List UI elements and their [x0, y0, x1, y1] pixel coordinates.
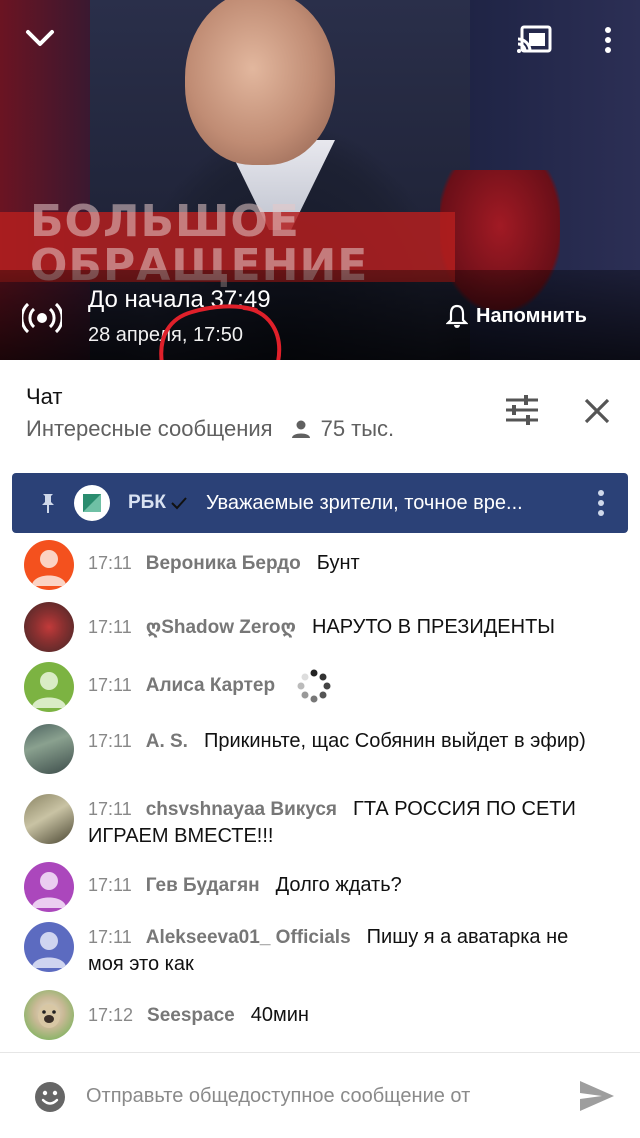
avatar — [24, 724, 74, 774]
viewer-count-text: 75 тыс. — [320, 416, 395, 441]
pinned-text: Уважаемые зрители, точное вре... — [205, 491, 523, 514]
rbc-logo-icon — [83, 494, 101, 512]
countdown-text: До начала 37:49 — [88, 286, 271, 313]
avatar — [24, 990, 74, 1040]
tune-icon[interactable] — [504, 394, 540, 426]
loading-spinner-icon — [297, 669, 331, 703]
message-body: 17:11 Alekseeva01_ Officials Пишу я а ават… — [88, 924, 608, 977]
pinned-author: РБК — [128, 492, 188, 514]
message-author: Гев Будагян — [145, 875, 260, 896]
cast-icon — [517, 25, 552, 53]
more-vert-icon — [605, 27, 611, 53]
emoji-icon[interactable] — [34, 1081, 66, 1113]
message-author: ღShadow Zeroღ — [145, 617, 296, 638]
person-icon — [291, 420, 310, 438]
message-text: Прикиньте, щас Собянин выйдет в эфир) — [203, 730, 586, 752]
viewer-count: 75 тыс. — [291, 416, 395, 442]
default-avatar-icon — [32, 872, 66, 908]
message-body: 17:11 Вероника Бердо Бунт — [88, 550, 608, 577]
message-time: 17:11 — [88, 675, 132, 695]
message-body: 17:11 Алиса Картер — [88, 672, 608, 699]
live-icon — [22, 302, 62, 334]
chat-input-bar: Отправьте общедоступное сообщение от — [0, 1052, 640, 1138]
message-text: Бунт — [316, 552, 360, 574]
chat-header: Чат Интересные сообщения 75 тыс. — [0, 360, 640, 470]
message-author: A. S. — [145, 731, 188, 752]
message-text: НАРУТО В ПРЕЗИДЕНТЫ — [311, 616, 556, 638]
chat-filter[interactable]: Интересные сообщения 75 тыс. — [26, 416, 394, 442]
message-body: 17:11 chsvshnayaa Викуся ГТА РОССИЯ ПО СЕТ… — [88, 796, 608, 849]
chat-input[interactable]: Отправьте общедоступное сообщение от — [86, 1085, 470, 1108]
message-body: 17:11 Гев Будагян Долго ждать? — [88, 872, 608, 899]
message-author: Алиса Картер — [145, 675, 276, 696]
message-body: 17:11 ღShadow Zeroღ НАРУТО В ПРЕЗИДЕНТЫ — [88, 614, 608, 641]
collapse-button[interactable] — [18, 18, 62, 58]
avatar — [24, 602, 74, 652]
verified-icon — [171, 497, 187, 510]
pinned-author-name: РБК — [128, 492, 166, 513]
message-body: 17:12 Seespace 40мин — [88, 1002, 608, 1029]
chat-subtitle: Интересные сообщения — [26, 416, 273, 441]
premiere-date: 28 апреля, 17:50 — [88, 324, 243, 346]
message-text: 40мин — [250, 1004, 309, 1026]
bell-icon — [446, 304, 468, 328]
message-text: Долго ждать? — [275, 874, 402, 896]
chat-title: Чат — [26, 384, 63, 409]
close-icon[interactable] — [580, 394, 614, 428]
cast-button[interactable] — [512, 20, 556, 60]
avatar — [24, 862, 74, 912]
message-time: 17:12 — [88, 1005, 134, 1025]
message-time: 17:11 — [88, 799, 132, 819]
avatar — [24, 922, 74, 972]
pug-avatar-icon — [38, 1004, 60, 1028]
message-author: Вероника Бердо — [145, 553, 301, 574]
avatar — [24, 540, 74, 590]
video-person — [185, 0, 335, 165]
message-time: 17:11 — [88, 553, 132, 573]
message-time: 17:11 — [88, 731, 132, 751]
pin-icon — [42, 494, 54, 513]
message-author: Alekseeva01_ Officials — [145, 927, 351, 948]
pinned-message[interactable]: РБК Уважаемые зрители, точное вре... — [12, 473, 628, 533]
message-author: Seespace — [147, 1005, 235, 1026]
message-author: chsvshnayaa Викуся — [145, 799, 338, 820]
message-time: 17:11 — [88, 875, 132, 895]
avatar — [24, 662, 74, 712]
more-vert-icon[interactable] — [596, 489, 606, 517]
more-options-button[interactable] — [588, 20, 628, 60]
message-body: 17:11 A. S. Прикиньте, щас Собянин выйдет … — [88, 728, 608, 755]
default-avatar-icon — [32, 932, 66, 968]
default-avatar-icon — [32, 550, 66, 586]
rbc-avatar — [74, 485, 110, 521]
default-avatar-icon — [32, 672, 66, 708]
message-time: 17:11 — [88, 927, 132, 947]
remind-button[interactable]: Напомнить — [446, 304, 587, 328]
video-player[interactable]: БОЛЬШОЕ ОБРАЩЕНИЕ До начала 37:49 28 апр… — [0, 0, 640, 360]
avatar — [24, 794, 74, 844]
message-time: 17:11 — [88, 617, 132, 637]
remind-label: Напомнить — [476, 304, 587, 327]
chevron-down-icon — [26, 30, 54, 46]
send-icon[interactable] — [578, 1079, 616, 1113]
chat-messages[interactable]: 17:11 Вероника Бердо Бунт 17:11 ღShadow Zer… — [0, 536, 640, 1056]
